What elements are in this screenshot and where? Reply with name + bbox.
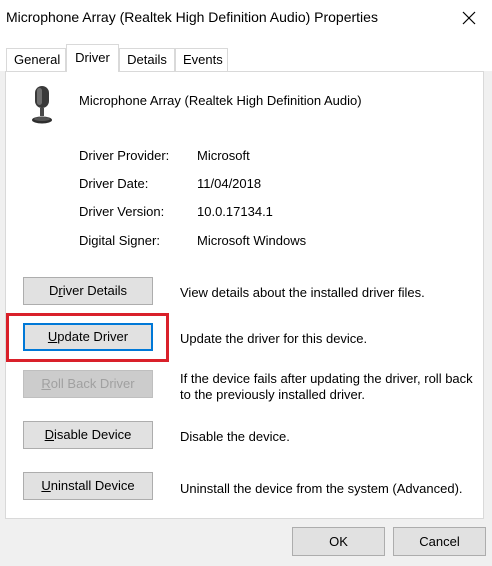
update-driver-description: Update the driver for this device. [180, 331, 368, 346]
driver-date-value: 11/04/2018 [197, 176, 262, 191]
digital-signer-value: Microsoft Windows [197, 233, 307, 248]
uninstall-device-button[interactable]: Uninstall Device [23, 472, 153, 500]
properties-dialog: Microphone Array (Realtek High Definitio… [0, 0, 492, 566]
cancel-button[interactable]: Cancel [393, 527, 486, 556]
driver-provider-label: Driver Provider: [79, 148, 170, 163]
driver-details-button[interactable]: Driver Details [23, 277, 153, 305]
roll-back-driver-description: If the device fails after updating the d… [180, 371, 473, 402]
device-name: Microphone Array (Realtek High Definitio… [79, 93, 362, 108]
close-icon [462, 11, 476, 25]
uninstall-device-description: Uninstall the device from the system (Ad… [180, 481, 463, 496]
roll-back-driver-button[interactable]: Roll Back Driver [23, 370, 153, 398]
update-driver-button[interactable]: Update Driver [23, 323, 153, 351]
disable-device-button[interactable]: Disable Device [23, 421, 153, 449]
disable-device-description: Disable the device. [180, 429, 290, 444]
driver-provider-value: Microsoft [197, 148, 250, 163]
tab-details[interactable]: Details [119, 48, 175, 71]
driver-version-value: 10.0.17134.1 [197, 204, 273, 219]
tab-driver[interactable]: Driver [66, 44, 119, 72]
title-bar: Microphone Array (Realtek High Definitio… [0, 0, 492, 36]
ok-button[interactable]: OK [292, 527, 385, 556]
digital-signer-label: Digital Signer: [79, 233, 160, 248]
tab-events[interactable]: Events [175, 48, 228, 71]
driver-date-label: Driver Date: [79, 176, 149, 191]
close-button[interactable] [454, 4, 484, 32]
driver-version-label: Driver Version: [79, 204, 165, 219]
microphone-icon [32, 86, 52, 124]
window-title: Microphone Array (Realtek High Definitio… [6, 9, 378, 25]
driver-details-description: View details about the installed driver … [180, 285, 425, 300]
tab-general[interactable]: General [6, 48, 66, 71]
